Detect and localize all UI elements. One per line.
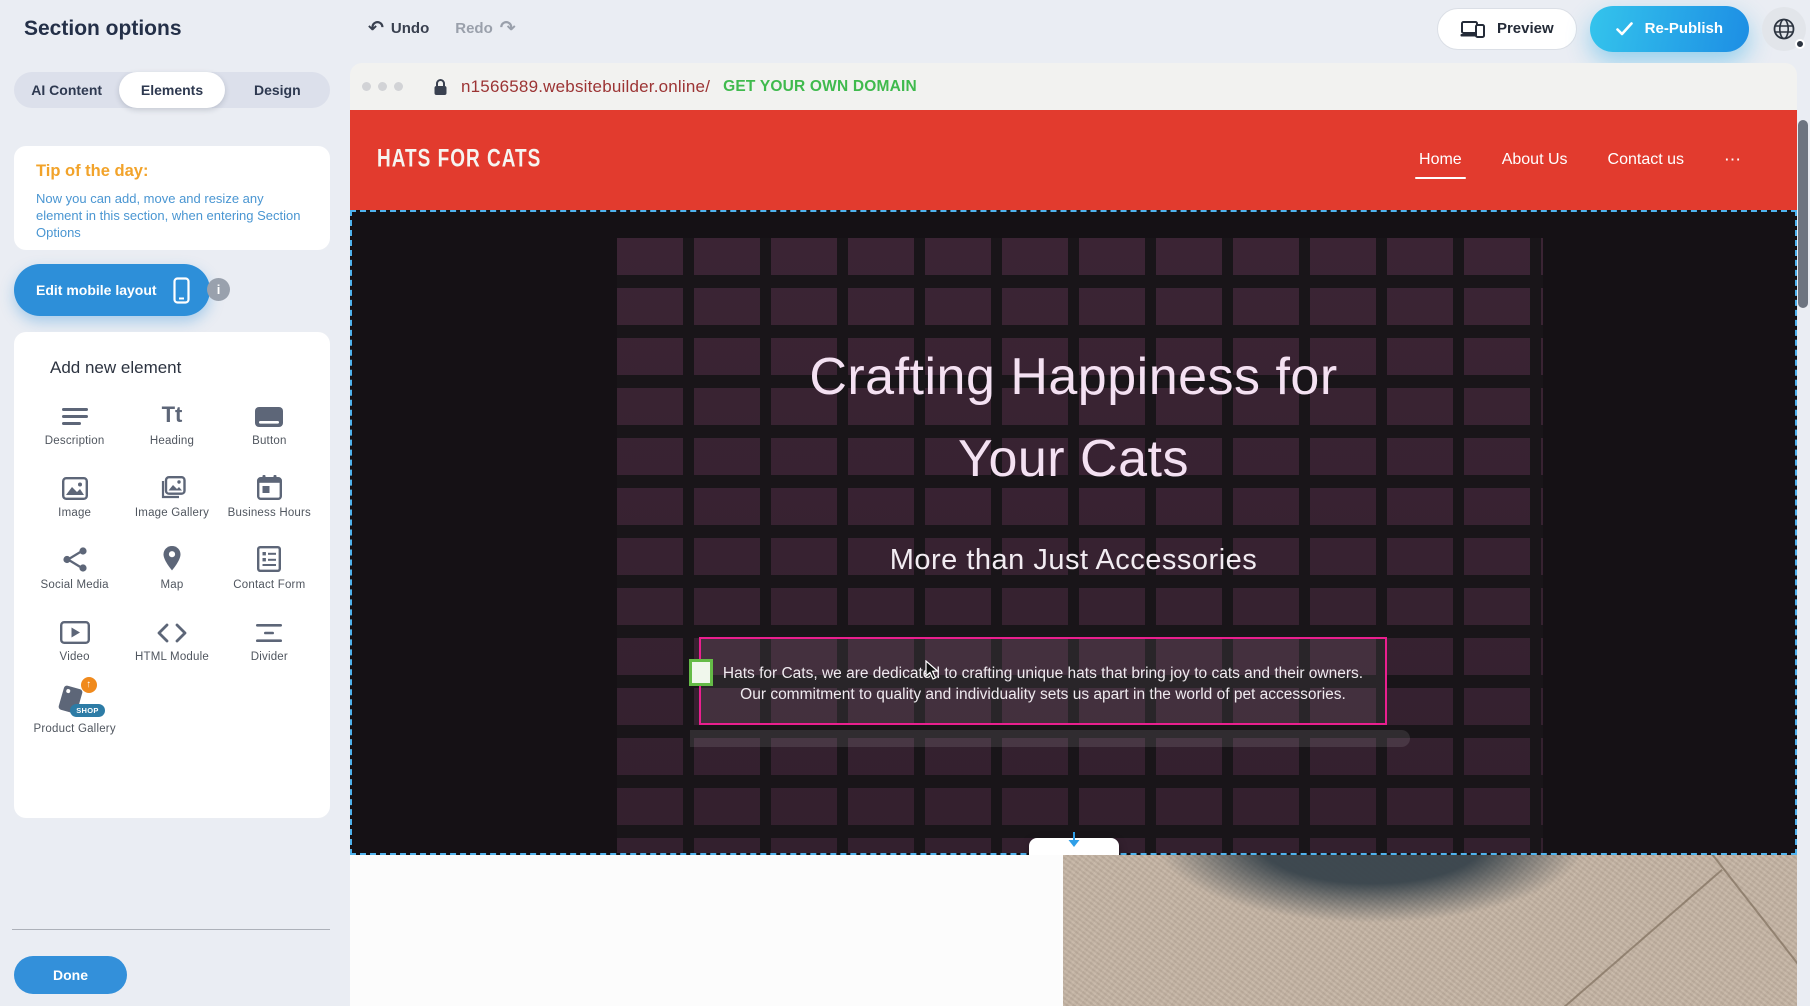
image-icon <box>29 470 121 500</box>
element-business-hours[interactable]: Business Hours <box>223 470 315 520</box>
tip-card: Tip of the day: Now you can add, move an… <box>14 146 330 250</box>
element-image-gallery[interactable]: Image Gallery <box>126 470 218 520</box>
floor-seam <box>1682 855 1797 974</box>
add-element-panel: Add new element Description Tt Heading <box>14 332 330 818</box>
undo-label: Undo <box>391 20 429 37</box>
lock-icon <box>433 78 448 96</box>
sidebar-divider <box>12 929 330 930</box>
description-icon <box>29 398 121 428</box>
element-contact-form[interactable]: Contact Form <box>223 542 315 592</box>
hero-subheading[interactable]: More than Just Accessories <box>352 544 1795 577</box>
edit-mobile-layout-button[interactable]: Edit mobile layout <box>14 264 210 316</box>
browser-chrome-bar: n1566589.websitebuilder.online/ GET YOUR… <box>350 63 1797 110</box>
republish-label: Re-Publish <box>1645 20 1723 37</box>
paragraph-selection-box[interactable]: Hats for Cats, we are dedicated to craft… <box>699 637 1387 725</box>
preview-devices-icon <box>1460 20 1486 38</box>
element-image[interactable]: Image <box>29 470 121 520</box>
element-hover-strip <box>690 730 1410 747</box>
hero-heading[interactable]: Crafting Happiness for Your Cats <box>352 336 1795 500</box>
floor-seam <box>1525 869 1723 1006</box>
add-element-title: Add new element <box>50 358 318 378</box>
nav-item-more[interactable]: ⋯ <box>1724 150 1743 170</box>
history-controls: ↶ Undo Redo ↷ <box>368 0 516 57</box>
tab-ai-content[interactable]: AI Content <box>14 72 119 108</box>
element-button[interactable]: Button <box>223 398 315 448</box>
tab-elements[interactable]: Elements <box>119 72 224 108</box>
language-globe-button[interactable] <box>1762 7 1806 51</box>
product-gallery-icon: ↑ SHOP <box>29 686 121 716</box>
heading-icon: Tt <box>126 398 218 428</box>
hero-section-selected[interactable]: Crafting Happiness for Your Cats More th… <box>350 210 1797 855</box>
tip-body: Now you can add, move and resize any ele… <box>36 190 302 241</box>
preview-scrollbar-thumb[interactable] <box>1798 120 1808 308</box>
element-heading[interactable]: Tt Heading <box>126 398 218 448</box>
redo-button[interactable]: Redo ↷ <box>455 19 515 38</box>
contact-form-icon <box>223 542 315 572</box>
undo-icon: ↶ <box>368 19 384 38</box>
divider-icon <box>223 614 315 644</box>
sidebar-tabs: AI Content Elements Design <box>14 72 330 108</box>
info-icon[interactable] <box>207 278 230 301</box>
element-grid: Description Tt Heading Button <box>26 398 318 736</box>
button-icon <box>223 398 315 428</box>
page-title: Section options <box>24 0 182 57</box>
site-preview: n1566589.websitebuilder.online/ GET YOUR… <box>350 63 1797 1006</box>
phone-icon <box>173 277 190 304</box>
check-icon <box>1616 22 1633 36</box>
redo-icon: ↷ <box>500 19 516 38</box>
mouse-cursor <box>925 660 940 680</box>
nav-item-about[interactable]: About Us <box>1502 151 1568 169</box>
edit-mobile-label: Edit mobile layout <box>36 282 157 298</box>
nav-item-contact[interactable]: Contact us <box>1608 151 1684 169</box>
browser-dots <box>362 82 403 91</box>
element-divider[interactable]: Divider <box>223 614 315 664</box>
element-description[interactable]: Description <box>29 398 121 448</box>
social-media-icon <box>29 542 121 572</box>
preview-button[interactable]: Preview <box>1437 8 1577 50</box>
shop-badge: SHOP <box>70 704 104 717</box>
undo-button[interactable]: ↶ Undo <box>368 19 429 38</box>
globe-icon <box>1771 16 1797 42</box>
element-map[interactable]: Map <box>126 542 218 592</box>
site-logo[interactable]: HATS FOR CATS <box>377 146 541 175</box>
site-header: HATS FOR CATS Home About Us Contact us ⋯ <box>350 110 1797 210</box>
site-nav: Home About Us Contact us ⋯ <box>1419 110 1743 210</box>
map-icon <box>126 542 218 572</box>
topbar: Section options ↶ Undo Redo ↷ Preview Re… <box>0 0 1810 57</box>
video-icon <box>29 614 121 644</box>
business-hours-icon <box>223 470 315 500</box>
html-module-icon <box>126 614 218 644</box>
nav-item-home[interactable]: Home <box>1419 151 1462 169</box>
tab-design[interactable]: Design <box>225 72 330 108</box>
element-html-module[interactable]: HTML Module <box>126 614 218 664</box>
get-domain-link[interactable]: GET YOUR OWN DOMAIN <box>723 78 917 96</box>
element-product-gallery[interactable]: ↑ SHOP Product Gallery <box>29 686 121 736</box>
hero-paragraph[interactable]: Hats for Cats, we are dedicated to craft… <box>701 663 1385 705</box>
republish-button[interactable]: Re-Publish <box>1590 6 1749 52</box>
topbar-actions: Preview Re-Publish <box>1437 0 1806 57</box>
url-text[interactable]: n1566589.websitebuilder.online/ <box>461 77 710 97</box>
image-gallery-icon <box>126 470 218 500</box>
next-section-photo[interactable] <box>1063 855 1797 1006</box>
globe-status-dot <box>1795 39 1805 49</box>
done-button[interactable]: Done <box>14 956 127 994</box>
tip-title: Tip of the day: <box>36 162 308 181</box>
upgrade-arrow-icon: ↑ <box>81 677 97 693</box>
element-video[interactable]: Video <box>29 614 121 664</box>
preview-label: Preview <box>1497 20 1554 37</box>
redo-label: Redo <box>455 20 493 37</box>
element-social-media[interactable]: Social Media <box>29 542 121 592</box>
next-section-white[interactable] <box>350 855 1063 1006</box>
